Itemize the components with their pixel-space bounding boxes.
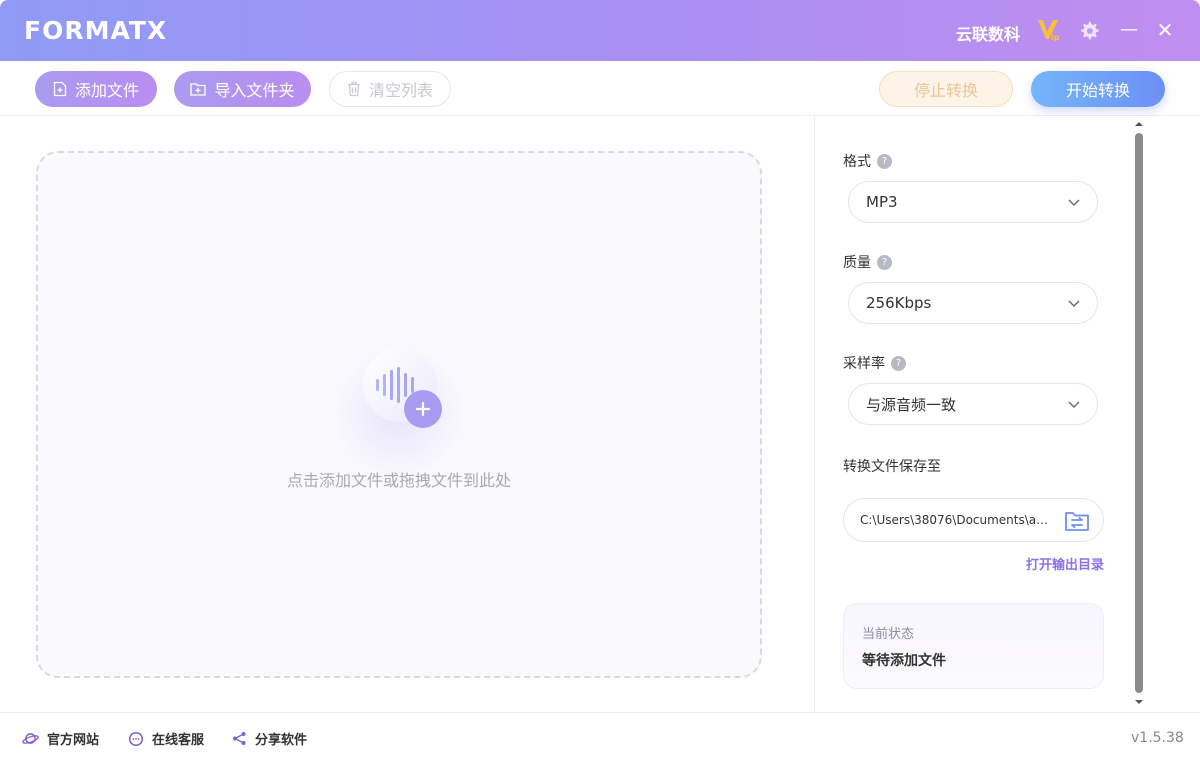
footer: 官方网站 在线客服 分享软件 v1.5.38 xyxy=(0,712,1200,760)
save-to-label-row: 转换文件保存至 xyxy=(843,456,941,476)
folder-swap-icon[interactable] xyxy=(1064,508,1090,534)
format-help-icon[interactable]: ? xyxy=(877,153,892,169)
format-label-row: 格式 ? xyxy=(843,151,892,171)
add-file-label: 添加文件 xyxy=(74,81,139,100)
svg-text:ip: ip xyxy=(1051,33,1060,42)
clear-list-label: 清空列表 xyxy=(368,81,433,100)
planet-icon xyxy=(22,733,39,744)
stop-convert-label: 停止转换 xyxy=(913,81,978,100)
start-convert-button[interactable]: 开始转换 xyxy=(1031,71,1165,107)
online-support-link[interactable]: 在线客服 xyxy=(128,729,204,748)
brand-name: 云联数科 xyxy=(956,25,1021,44)
close-icon[interactable]: ✕ xyxy=(1154,16,1176,44)
official-website-link[interactable]: 官方网站 xyxy=(22,729,99,748)
samplerate-label: 采样率 xyxy=(843,356,885,372)
output-path-text: C:\Users\38076\Documents\an... xyxy=(860,513,1054,527)
start-convert-label: 开始转换 xyxy=(1065,81,1130,100)
toolbar: 添加文件 导入文件夹 清空列表 停止转换 开始转换 xyxy=(0,61,1200,116)
chat-icon xyxy=(128,731,144,746)
share-icon xyxy=(233,732,246,745)
chevron-down-icon xyxy=(1068,300,1080,307)
minimize-icon[interactable]: — xyxy=(1119,16,1139,44)
vip-icon[interactable]: ip xyxy=(1036,16,1062,44)
format-value: MP3 xyxy=(866,193,898,211)
quality-help-icon[interactable]: ? xyxy=(877,254,892,270)
status-value: 等待添加文件 xyxy=(862,653,946,669)
title-bar: FORMATX 云联数科 ip — ✕ xyxy=(0,0,1200,61)
file-plus-icon xyxy=(53,81,67,97)
chevron-down-icon xyxy=(1068,199,1080,206)
share-software-label: 分享软件 xyxy=(255,733,308,748)
audio-wave-icon xyxy=(363,349,442,428)
clear-list-button[interactable]: 清空列表 xyxy=(329,71,451,107)
format-label: 格式 xyxy=(843,154,871,170)
online-support-label: 在线客服 xyxy=(152,733,205,748)
folder-plus-icon xyxy=(190,83,207,96)
quality-value: 256Kbps xyxy=(866,294,932,312)
scroll-down-arrow[interactable] xyxy=(1133,697,1145,707)
samplerate-help-icon[interactable]: ? xyxy=(891,355,906,371)
chevron-down-icon xyxy=(1068,401,1080,408)
quality-select[interactable]: 256Kbps xyxy=(848,282,1098,324)
panel-scrollbar[interactable] xyxy=(1135,133,1143,693)
samplerate-label-row: 采样率 ? xyxy=(843,353,906,373)
import-folder-button[interactable]: 导入文件夹 xyxy=(174,71,311,107)
format-select[interactable]: MP3 xyxy=(848,181,1098,223)
share-software-link[interactable]: 分享软件 xyxy=(232,729,307,748)
quality-label-row: 质量 ? xyxy=(843,252,892,272)
status-card: 当前状态 等待添加文件 xyxy=(843,603,1104,689)
gear-icon[interactable] xyxy=(1078,20,1100,42)
samplerate-select[interactable]: 与源音频一致 xyxy=(848,383,1098,425)
file-drop-zone[interactable]: 点击添加文件或拖拽文件到此处 xyxy=(36,151,762,678)
official-website-label: 官方网站 xyxy=(47,733,100,748)
quality-label: 质量 xyxy=(843,255,871,271)
status-label: 当前状态 xyxy=(862,627,915,642)
version-label: v1.5.38 xyxy=(1131,730,1184,746)
save-to-label: 转换文件保存至 xyxy=(843,459,941,475)
scroll-up-arrow[interactable] xyxy=(1133,119,1145,129)
drop-hint-text: 点击添加文件或拖拽文件到此处 xyxy=(286,471,511,490)
stop-convert-button[interactable]: 停止转换 xyxy=(879,71,1013,107)
open-output-dir-link[interactable]: 打开输出目录 xyxy=(1026,554,1104,573)
output-path-field[interactable]: C:\Users\38076\Documents\an... xyxy=(843,498,1104,542)
app-logo: FORMATX xyxy=(24,16,168,45)
add-file-button[interactable]: 添加文件 xyxy=(35,71,157,107)
trash-icon xyxy=(347,81,360,97)
import-folder-label: 导入文件夹 xyxy=(214,81,295,100)
samplerate-value: 与源音频一致 xyxy=(866,395,957,414)
